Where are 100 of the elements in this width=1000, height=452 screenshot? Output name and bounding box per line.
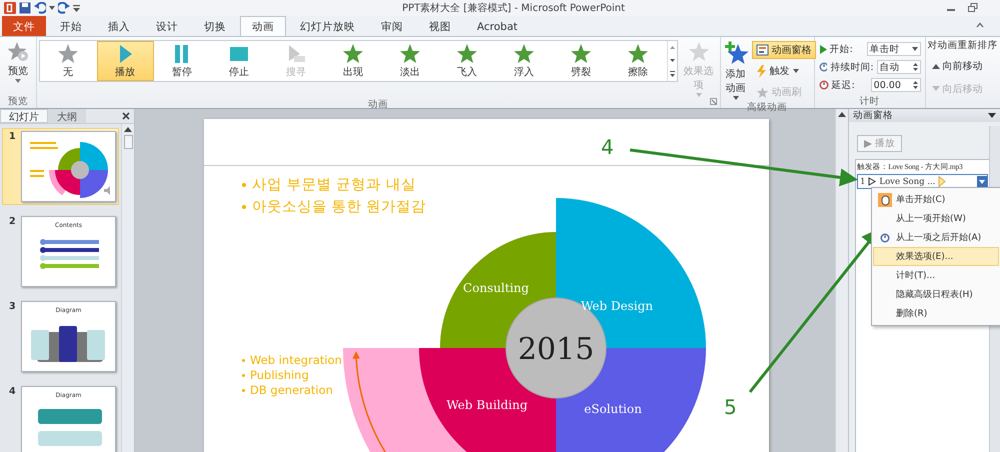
animation-option[interactable]: 出现 bbox=[324, 41, 382, 81]
segment-label: eSolution bbox=[584, 402, 642, 416]
star-icon bbox=[399, 43, 422, 64]
caret-icon bbox=[14, 79, 21, 83]
ribbon-tab[interactable]: 视图 bbox=[417, 16, 463, 36]
animation-pane-icon bbox=[756, 44, 769, 56]
caret-icon bbox=[979, 180, 985, 184]
collapse-ribbon-icon[interactable] bbox=[976, 22, 984, 28]
ribbon-tab[interactable]: 审阅 bbox=[369, 16, 415, 36]
preview-button[interactable]: 预览 bbox=[4, 40, 31, 84]
restore-icon[interactable] bbox=[968, 3, 978, 13]
menu-item[interactable]: 效果选项(E)... bbox=[873, 247, 999, 266]
animation-option[interactable]: 无 bbox=[40, 41, 97, 81]
caret-icon bbox=[49, 6, 55, 10]
clock-icon bbox=[880, 232, 890, 242]
play-outline-icon bbox=[868, 177, 876, 186]
slide-number: 1 bbox=[9, 131, 17, 144]
spinner-arrows-icon[interactable] bbox=[912, 80, 918, 90]
ribbon-tab[interactable]: 幻灯片放映 bbox=[288, 16, 367, 36]
mouse-icon bbox=[878, 192, 892, 206]
animation-option[interactable]: 停止 bbox=[210, 41, 268, 81]
panel-tab[interactable]: 幻灯片 bbox=[0, 109, 48, 123]
bullet-icon bbox=[242, 358, 245, 362]
dialog-launcher-icon[interactable] bbox=[710, 98, 717, 105]
item-dropdown-button[interactable] bbox=[977, 176, 987, 187]
slide-number: 2 bbox=[9, 216, 17, 229]
caret-icon bbox=[696, 93, 702, 97]
ribbon-tab[interactable]: 动画 bbox=[240, 16, 286, 36]
animation-option[interactable]: 播放 bbox=[96, 41, 154, 81]
bullet-text: 아웃소싱을 통한 원가절감 bbox=[252, 198, 426, 216]
star-icon bbox=[627, 43, 650, 64]
bullet-text: 사업 부문별 균형과 내실 bbox=[252, 176, 416, 194]
caret-icon bbox=[912, 47, 918, 51]
ribbon-tab[interactable]: 文件 bbox=[2, 16, 46, 36]
reorder-heading: 对动画重新排序 bbox=[928, 39, 998, 52]
scroll-up-icon[interactable] bbox=[838, 111, 846, 117]
menu-item[interactable]: 隐藏高级日程表(H) bbox=[873, 285, 999, 304]
down-triangle-icon bbox=[932, 86, 940, 92]
scroll-up-icon[interactable] bbox=[124, 126, 132, 132]
animation-option[interactable]: 飞入 bbox=[438, 41, 496, 81]
undo-icon[interactable] bbox=[34, 2, 46, 14]
group-label: 预览 bbox=[6, 95, 29, 108]
spinner-field[interactable]: 自动 bbox=[876, 60, 921, 74]
lightning-icon bbox=[756, 64, 767, 78]
caret-icon bbox=[792, 69, 799, 73]
menu-item[interactable]: 单击开始(C) bbox=[873, 190, 999, 209]
animation-option[interactable]: 淡出 bbox=[382, 41, 439, 81]
ribbon-tab[interactable]: Acrobat bbox=[465, 16, 530, 36]
annotation-number: 5 bbox=[724, 395, 737, 419]
star-play-icon bbox=[6, 41, 29, 63]
slide-number: 4 bbox=[9, 386, 17, 399]
menu-item-label: 计时(T)... bbox=[896, 270, 936, 282]
star-icon bbox=[570, 43, 592, 64]
bullet-icon bbox=[242, 388, 245, 392]
menu-item-label: 从上一项之后开始(A) bbox=[896, 232, 982, 244]
add-animation-button[interactable]: 添加动画 bbox=[720, 40, 751, 101]
panel-tab[interactable]: 大纲 bbox=[48, 109, 86, 123]
star-icon bbox=[688, 41, 710, 63]
powerpoint-logo-icon[interactable] bbox=[4, 2, 16, 14]
segment-label: Web Building bbox=[446, 398, 528, 412]
menu-item[interactable]: 删除(R) bbox=[873, 304, 999, 323]
menu-item[interactable]: 从上一项开始(W) bbox=[873, 209, 999, 228]
redo-icon[interactable] bbox=[58, 2, 70, 14]
animation-option[interactable]: 劈裂 bbox=[552, 41, 610, 81]
move-earlier-button[interactable]: 向前移动 bbox=[928, 57, 998, 75]
animation-option[interactable]: 暂停 bbox=[154, 41, 211, 81]
menu-item-label: 单击开始(C) bbox=[896, 194, 946, 206]
ribbon-tab[interactable]: 插入 bbox=[96, 16, 142, 36]
slide-thumbnail-row[interactable]: 1 bbox=[2, 128, 119, 205]
spinner-field[interactable]: 00.00 bbox=[870, 78, 921, 92]
menu-item-label: 隐藏高级日程表(H) bbox=[896, 288, 973, 301]
star-icon bbox=[342, 43, 364, 64]
save-icon[interactable] bbox=[19, 2, 31, 14]
ribbon-tab[interactable]: 设计 bbox=[144, 16, 190, 36]
customize-toolbar-icon[interactable] bbox=[73, 3, 81, 13]
slide-number: 3 bbox=[9, 301, 17, 314]
star-icon bbox=[513, 43, 536, 64]
window-title: PPT素材大全 [兼容模式] - Microsoft PowerPoint bbox=[401, 2, 626, 15]
scrollbar-thumb[interactable] bbox=[124, 135, 132, 149]
bullet-text: Publishing bbox=[250, 368, 309, 382]
menu-item[interactable]: 计时(T)... bbox=[873, 266, 999, 285]
start-dropdown[interactable]: 单击时 bbox=[866, 42, 921, 56]
ribbon-tab[interactable]: 切换 bbox=[192, 16, 238, 36]
bullet-text: DB generation bbox=[250, 383, 333, 397]
ribbon-button[interactable]: 触发 bbox=[752, 62, 816, 80]
segment-label: Consulting bbox=[463, 281, 529, 295]
field-label: 延迟: bbox=[832, 78, 855, 92]
ribbon-tab[interactable]: 开始 bbox=[48, 16, 94, 36]
star-icon bbox=[57, 43, 80, 64]
spinner-arrows-icon[interactable] bbox=[912, 62, 918, 72]
menu-item[interactable]: 从上一项之后开始(A) bbox=[873, 228, 999, 247]
slide-thumbnail-drawing bbox=[40, 239, 100, 269]
dropdown-icon[interactable] bbox=[988, 113, 996, 118]
close-icon[interactable] bbox=[122, 112, 130, 120]
animation-option[interactable]: 擦除 bbox=[610, 41, 667, 81]
ribbon-button[interactable]: 动画窗格 bbox=[752, 41, 816, 59]
animation-option[interactable]: 浮入 bbox=[496, 41, 553, 81]
timer-icon bbox=[818, 80, 829, 90]
menu-item-label: 删除(R) bbox=[896, 308, 928, 320]
group-label: 高级动画 bbox=[746, 101, 788, 114]
